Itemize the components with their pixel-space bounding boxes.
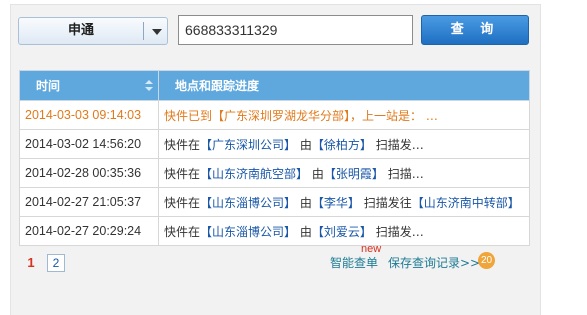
row-progress: 快件在【山东淄博公司】 由【李华】 扫描发往【山东济南中转部】 bbox=[158, 187, 530, 217]
table-row: 2014-02-27 21:05:37 快件在【山东淄博公司】 由【李华】 扫描… bbox=[19, 187, 530, 217]
location-text: 【山东淄博公司】 bbox=[200, 195, 297, 210]
smart-query-link[interactable]: 智能查单 bbox=[330, 254, 378, 271]
progress-text: 快件在 bbox=[164, 195, 201, 210]
location-text: 【广东深圳公司】 bbox=[200, 137, 297, 152]
progress-text: 快件在 bbox=[164, 224, 201, 239]
tracking-table: 时间 地点和跟踪进度 2014-03-03 09:14:03 快件已到【广东深圳… bbox=[19, 70, 530, 246]
row-time: 2014-03-02 14:56:20 bbox=[19, 129, 159, 159]
table-row: 2014-03-03 09:14:03 快件已到【广东深圳罗湖龙华分部】，上一站… bbox=[19, 100, 530, 130]
progress-column-header: 地点和跟踪进度 bbox=[158, 70, 530, 101]
row-time: 2014-02-27 20:29:24 bbox=[19, 216, 159, 246]
location-text: 【山东淄博公司】 bbox=[200, 224, 297, 239]
operator-text: 【李华】 bbox=[311, 195, 360, 210]
row-progress: 快件在【广东深圳公司】 由【徐柏方】 扫描发… bbox=[158, 129, 530, 159]
location-text: 【广东深圳罗湖龙华分部】 bbox=[212, 108, 351, 123]
progress-text: 由 bbox=[296, 195, 312, 210]
row-time: 2014-02-28 00:35:36 bbox=[19, 158, 159, 188]
progress-text: 扫描发往 bbox=[359, 195, 412, 210]
progress-text: 快件在 bbox=[164, 166, 201, 181]
progress-text: 由 bbox=[296, 224, 312, 239]
location-text: 【山东济南中转部】 bbox=[411, 195, 520, 210]
progress-text: ，上一站是： bbox=[350, 108, 423, 123]
progress-text: 由 bbox=[296, 137, 312, 152]
time-column-header[interactable]: 时间 bbox=[19, 70, 159, 101]
select-divider bbox=[143, 22, 144, 40]
row-progress: 快件在【山东淄博公司】 由【刘爱云】 扫描发… bbox=[158, 216, 530, 246]
operator-text: 【张明霞】 bbox=[323, 166, 384, 181]
progress-text: 扫描… bbox=[383, 166, 424, 181]
chevron-down-icon[interactable] bbox=[152, 29, 162, 35]
progress-text: 扫描发… bbox=[371, 137, 424, 152]
query-button[interactable]: 查 询 bbox=[421, 15, 529, 45]
page-current: 1 bbox=[27, 255, 35, 270]
row-time: 2014-03-03 09:14:03 bbox=[19, 100, 159, 130]
table-row: 2014-02-27 20:29:24 快件在【山东淄博公司】 由【刘爱云】 扫… bbox=[19, 216, 530, 246]
table-row: 2014-03-02 14:56:20 快件在【广东深圳公司】 由【徐柏方】 扫… bbox=[19, 129, 530, 159]
row-progress: 快件已到【广东深圳罗湖龙华分部】，上一站是： … bbox=[158, 100, 530, 130]
row-progress: 快件在【山东济南航空部】 由【张明霞】 扫描… bbox=[158, 158, 530, 188]
saved-records-link[interactable]: 保存查询记录>> bbox=[388, 254, 480, 271]
saved-count-badge: 20 bbox=[478, 252, 495, 269]
table-header-row: 时间 地点和跟踪进度 bbox=[19, 70, 530, 101]
page-link-2[interactable]: 2 bbox=[47, 254, 65, 272]
progress-text: … bbox=[422, 108, 438, 123]
sort-icon[interactable] bbox=[145, 80, 153, 92]
time-header-label: 时间 bbox=[36, 79, 61, 93]
progress-text: 快件在 bbox=[164, 137, 201, 152]
new-badge: new bbox=[361, 243, 382, 255]
progress-text: 扫描发… bbox=[371, 224, 424, 239]
row-time: 2014-02-27 21:05:37 bbox=[19, 187, 159, 217]
carrier-selected-value: 申通 bbox=[67, 23, 94, 38]
table-row: 2014-02-28 00:35:36 快件在【山东济南航空部】 由【张明霞】 … bbox=[19, 158, 530, 188]
progress-text: 快件已到 bbox=[164, 108, 213, 123]
progress-text: 由 bbox=[308, 166, 324, 181]
location-text: 【山东济南航空部】 bbox=[200, 166, 309, 181]
operator-text: 【徐柏方】 bbox=[311, 137, 372, 152]
tracking-number-input[interactable] bbox=[178, 15, 413, 45]
carrier-select[interactable]: 申通 bbox=[18, 17, 168, 45]
operator-text: 【刘爱云】 bbox=[311, 224, 372, 239]
